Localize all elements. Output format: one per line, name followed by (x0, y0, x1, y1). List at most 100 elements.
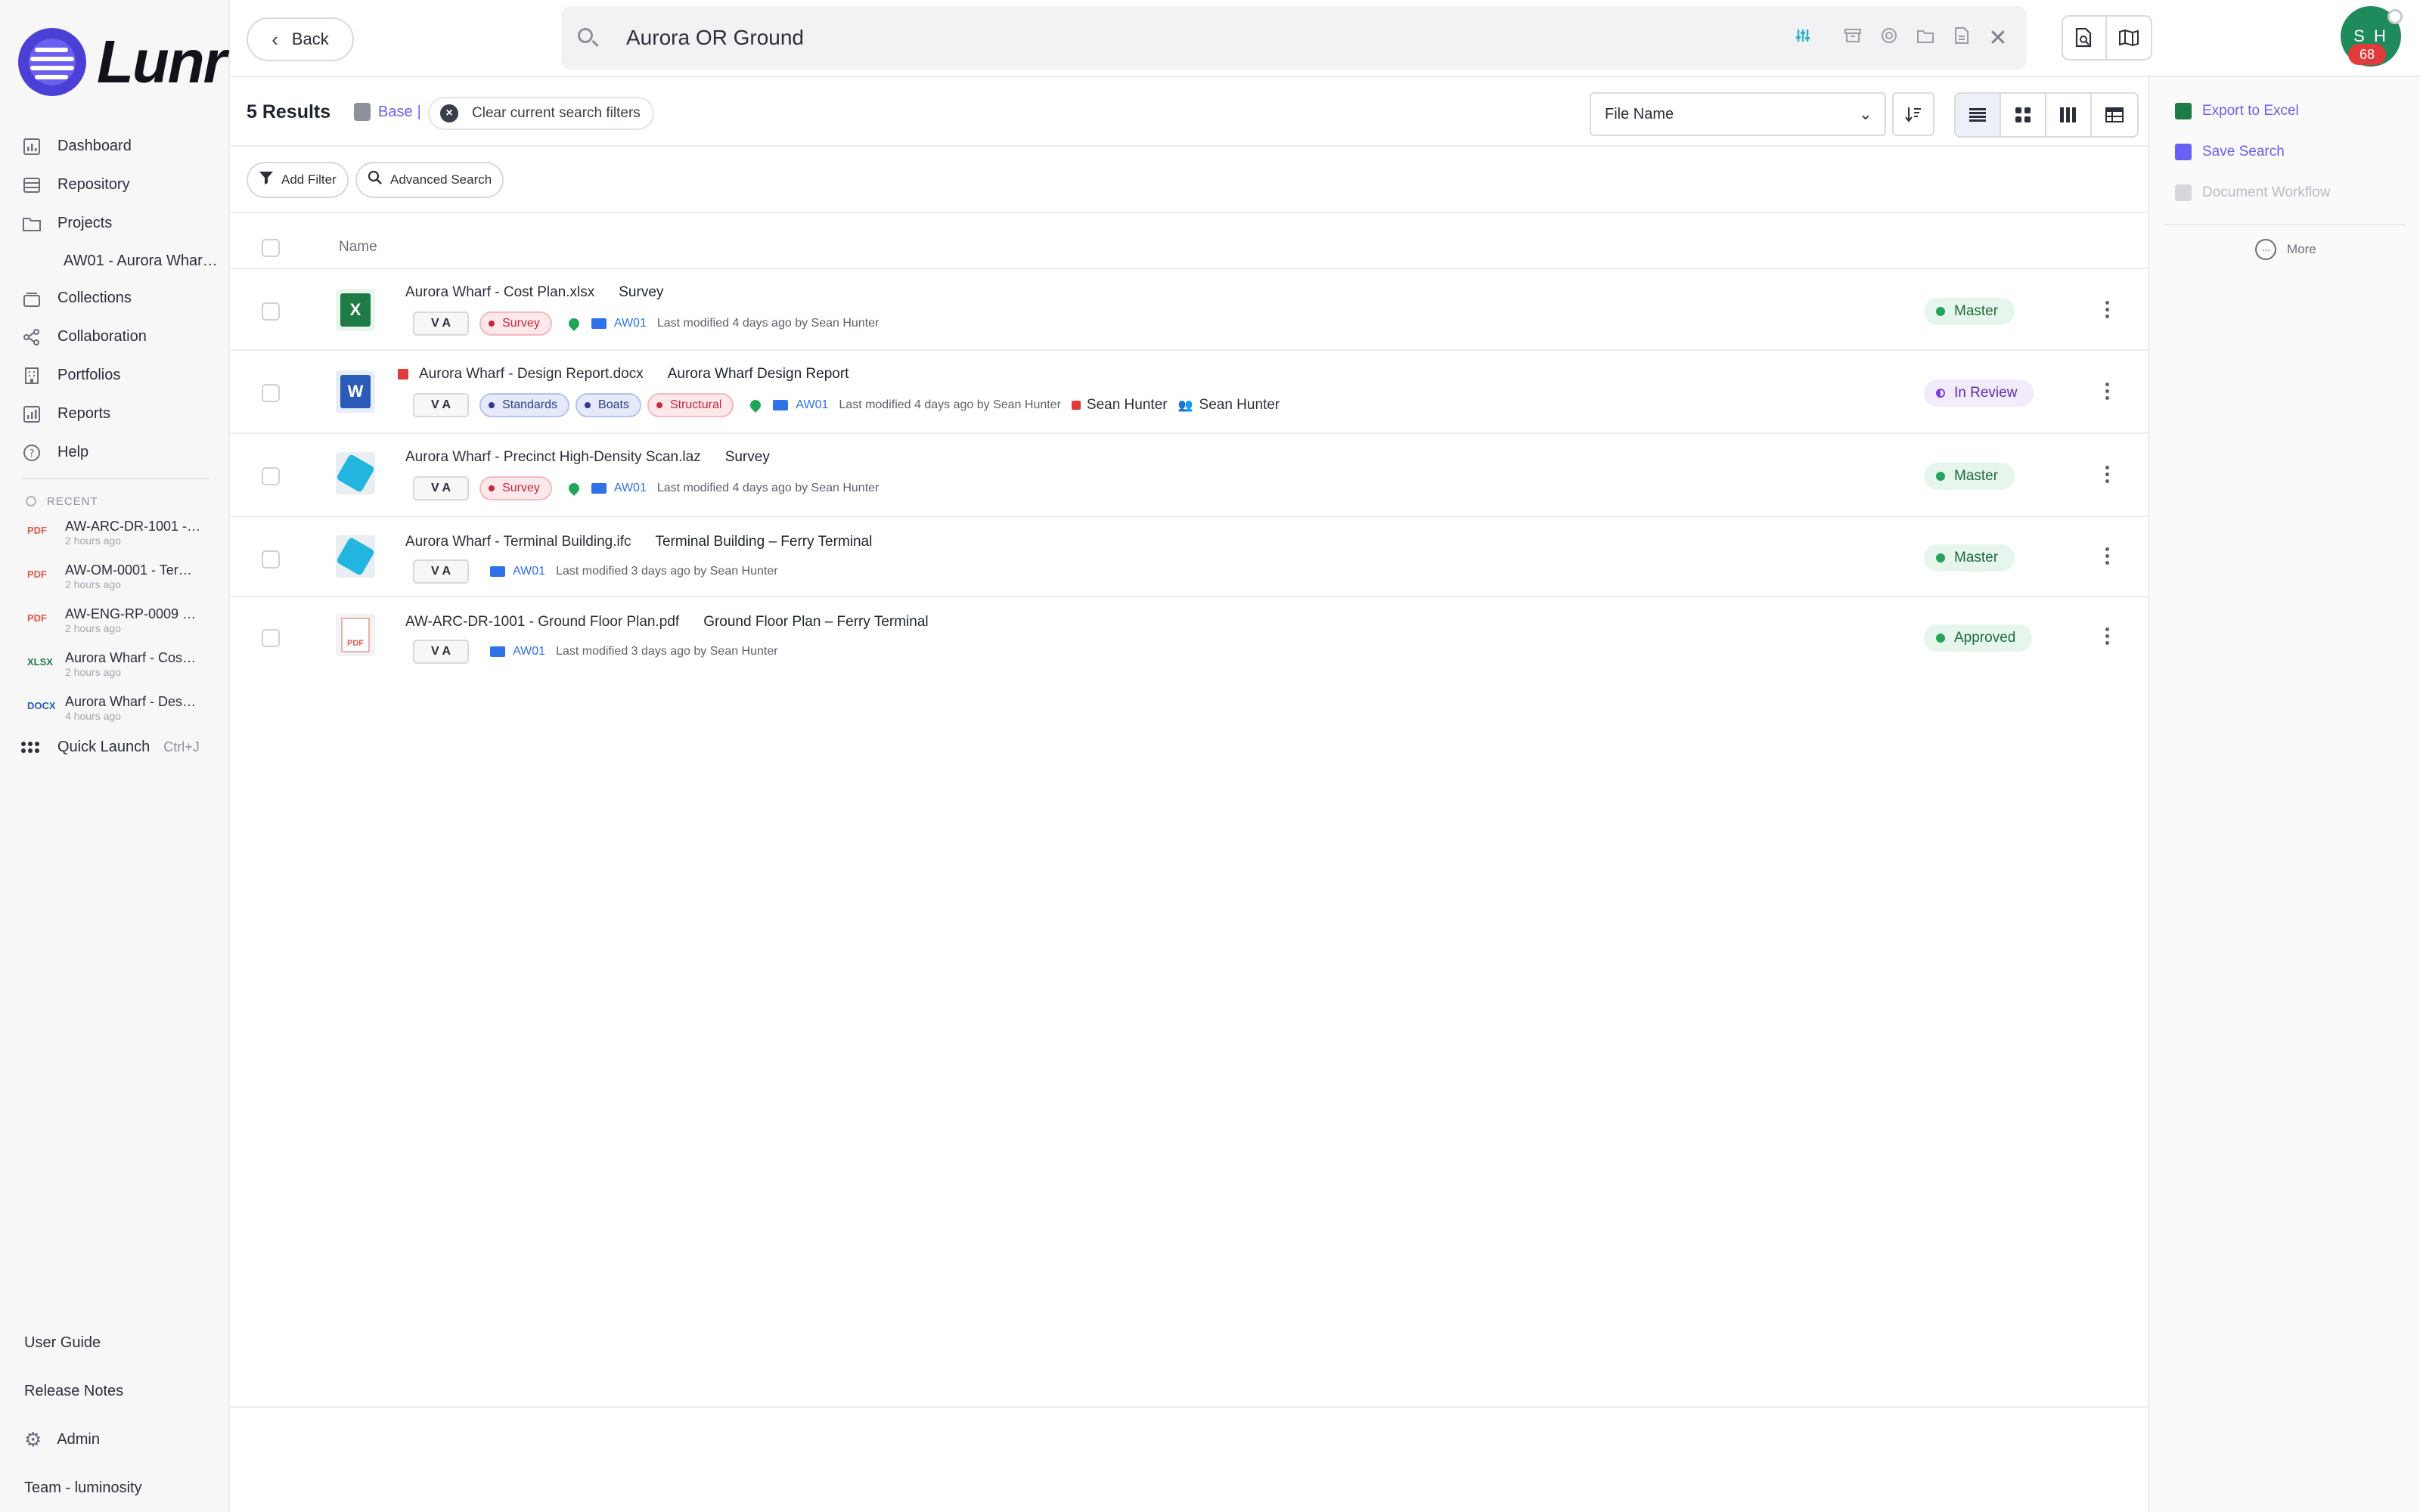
file-name[interactable]: Aurora Wharf - Cost Plan.xlsx Survey (405, 284, 663, 301)
search-input[interactable] (626, 26, 1685, 50)
file-name[interactable]: Aurora Wharf - Precinct High-Density Sca… (405, 449, 770, 466)
filter-sliders-icon[interactable] (1785, 27, 1821, 49)
recent-item[interactable]: PDF AW-ARC-DR-1001 -… 2 hours ago (0, 513, 230, 556)
nav-collections[interactable]: Collections (0, 279, 230, 318)
document-workflow-button[interactable]: Document Workflow (2175, 184, 2331, 201)
funnel-icon (259, 170, 274, 190)
column-view-button[interactable] (2046, 94, 2092, 136)
logo[interactable]: Lunr (18, 27, 227, 97)
admin-link[interactable]: ⚙ Admin (0, 1415, 230, 1464)
table-view-button[interactable] (2092, 94, 2137, 136)
version-badge[interactable]: V A (413, 559, 470, 584)
archive-filter-icon[interactable] (1835, 27, 1871, 48)
nav-reports[interactable]: Reports (0, 395, 230, 433)
more-options-icon[interactable] (2099, 381, 2114, 401)
nav-project-aw01[interactable]: AW01 - Aurora Whar… (0, 243, 227, 279)
base-scope[interactable]: Base | (354, 103, 421, 121)
project-link[interactable]: AW01 (796, 398, 828, 412)
status-badge: Master (1924, 463, 2015, 490)
nav-help[interactable]: ? Help (0, 433, 230, 472)
file-name[interactable]: Aurora Wharf - Design Report.docx Aurora… (398, 366, 849, 383)
team-switcher[interactable]: Team - luminosity (0, 1464, 230, 1512)
user-guide-link[interactable]: User Guide (0, 1318, 230, 1367)
notification-badge[interactable]: 68 (2348, 44, 2386, 65)
nav-portfolios[interactable]: Portfolios (0, 356, 230, 395)
row-checkbox[interactable] (262, 467, 280, 485)
sort-direction-button[interactable] (1892, 92, 1934, 136)
export-excel-button[interactable]: Export to Excel (2175, 103, 2299, 119)
last-modified: Last modified 4 days ago by Sean Hunter (656, 317, 880, 330)
table-row[interactable]: PDF AW-ARC-DR-1001 - Ground Floor Plan.p… (230, 597, 2148, 677)
more-actions-button[interactable]: ··· More (2255, 239, 2316, 260)
more-options-icon[interactable] (2099, 464, 2114, 485)
quick-launch[interactable]: Quick Launch Ctrl+J (0, 732, 230, 762)
recent-item[interactable]: PDF AW-ENG-RP-0009 … 2 hours ago (0, 600, 230, 644)
document-filter-icon[interactable] (1944, 26, 1980, 49)
version-badge[interactable]: V A (413, 476, 470, 500)
nav-label: Collections (57, 290, 132, 306)
save-search-icon (2175, 144, 2192, 160)
column-header-name[interactable]: Name (339, 239, 377, 256)
nav-repository[interactable]: Repository (0, 166, 230, 204)
nav-collaboration[interactable]: Collaboration (0, 318, 230, 356)
recent-item[interactable]: DOCX Aurora Wharf - Des… 4 hours ago (0, 688, 230, 732)
release-notes-link[interactable]: Release Notes (0, 1367, 230, 1415)
tag-chip[interactable]: Standards (479, 393, 570, 417)
project-link[interactable]: AW01 (513, 565, 545, 578)
row-checkbox[interactable] (262, 302, 280, 321)
clear-filters-button[interactable]: × Clear current search filters (428, 97, 654, 130)
project-link[interactable]: AW01 (513, 645, 545, 658)
table-row[interactable]: Aurora Wharf - Terminal Building.ifc Ter… (230, 517, 2148, 597)
clear-search-icon[interactable]: ✕ (1980, 25, 2016, 51)
tag-chip[interactable]: Survey (479, 311, 552, 336)
nav-dashboard[interactable]: Dashboard (0, 127, 230, 166)
back-button[interactable]: ‹ Back (247, 17, 354, 61)
add-filter-button[interactable]: Add Filter (247, 162, 349, 198)
save-search-button[interactable]: Save Search (2175, 144, 2285, 160)
version-badge[interactable]: V A (413, 393, 470, 417)
more-options-icon[interactable] (2099, 546, 2114, 566)
tag-chip[interactable]: Structural (647, 393, 734, 417)
list-view-button[interactable] (1956, 94, 2001, 136)
export-excel-label: Export to Excel (2202, 103, 2299, 119)
folder-filter-icon[interactable] (1907, 27, 1944, 48)
list-icon (1969, 108, 1986, 122)
more-options-icon[interactable] (2099, 299, 2114, 320)
document-search-button[interactable] (2062, 15, 2107, 60)
table-row[interactable]: Aurora Wharf - Precinct High-Density Sca… (230, 434, 2148, 517)
sidebar: Lunr Dashboard Repository Projects AW01 … (0, 0, 230, 1512)
docx-type-label: DOCX (27, 700, 56, 711)
logo-text: Lunr (97, 28, 227, 95)
row-checkbox[interactable] (262, 384, 280, 402)
file-name[interactable]: Aurora Wharf - Terminal Building.ifc Ter… (405, 534, 872, 550)
table-row[interactable]: W Aurora Wharf - Design Report.docx Auro… (230, 351, 2148, 434)
actions-panel: Export to Excel Save Search Document Wor… (2148, 77, 2420, 1512)
project-link[interactable]: AW01 (614, 317, 647, 330)
target-filter-icon[interactable] (1871, 27, 1907, 49)
table-row[interactable]: X Aurora Wharf - Cost Plan.xlsx Survey V… (230, 269, 2148, 351)
status-badge: Master (1924, 298, 2015, 325)
row-checkbox[interactable] (262, 550, 280, 569)
recent-item-time: 4 hours ago (65, 710, 121, 722)
tag-chip[interactable]: Survey (479, 476, 552, 500)
location-pin-icon[interactable] (748, 398, 764, 413)
tag-chip[interactable]: Boats (576, 393, 641, 417)
advanced-search-button[interactable]: Advanced Search (355, 162, 504, 198)
recent-item[interactable]: PDF AW-OM-0001 - Ter… 2 hours ago (0, 556, 230, 600)
project-link[interactable]: AW01 (614, 482, 647, 495)
grid-view-button[interactable] (2001, 94, 2046, 136)
file-name[interactable]: AW-ARC-DR-1001 - Ground Floor Plan.pdf G… (405, 614, 929, 631)
nav-projects[interactable]: Projects (0, 204, 230, 243)
assigned-group[interactable]: 👥 Sean Hunter (1178, 397, 1280, 414)
location-pin-icon[interactable] (566, 316, 582, 331)
select-all-checkbox[interactable] (262, 239, 280, 257)
map-view-button[interactable] (2107, 15, 2152, 60)
version-badge[interactable]: V A (413, 311, 470, 336)
location-pin-icon[interactable] (566, 481, 582, 496)
version-badge[interactable]: V A (413, 640, 470, 664)
more-options-icon[interactable] (2099, 626, 2114, 646)
recent-item[interactable]: XLSX Aurora Wharf - Cos… 2 hours ago (0, 644, 230, 688)
sort-field-select[interactable]: File Name ⌄ (1590, 92, 1886, 136)
row-checkbox[interactable] (262, 629, 280, 647)
reviewer[interactable]: Sean Hunter (1071, 397, 1168, 414)
